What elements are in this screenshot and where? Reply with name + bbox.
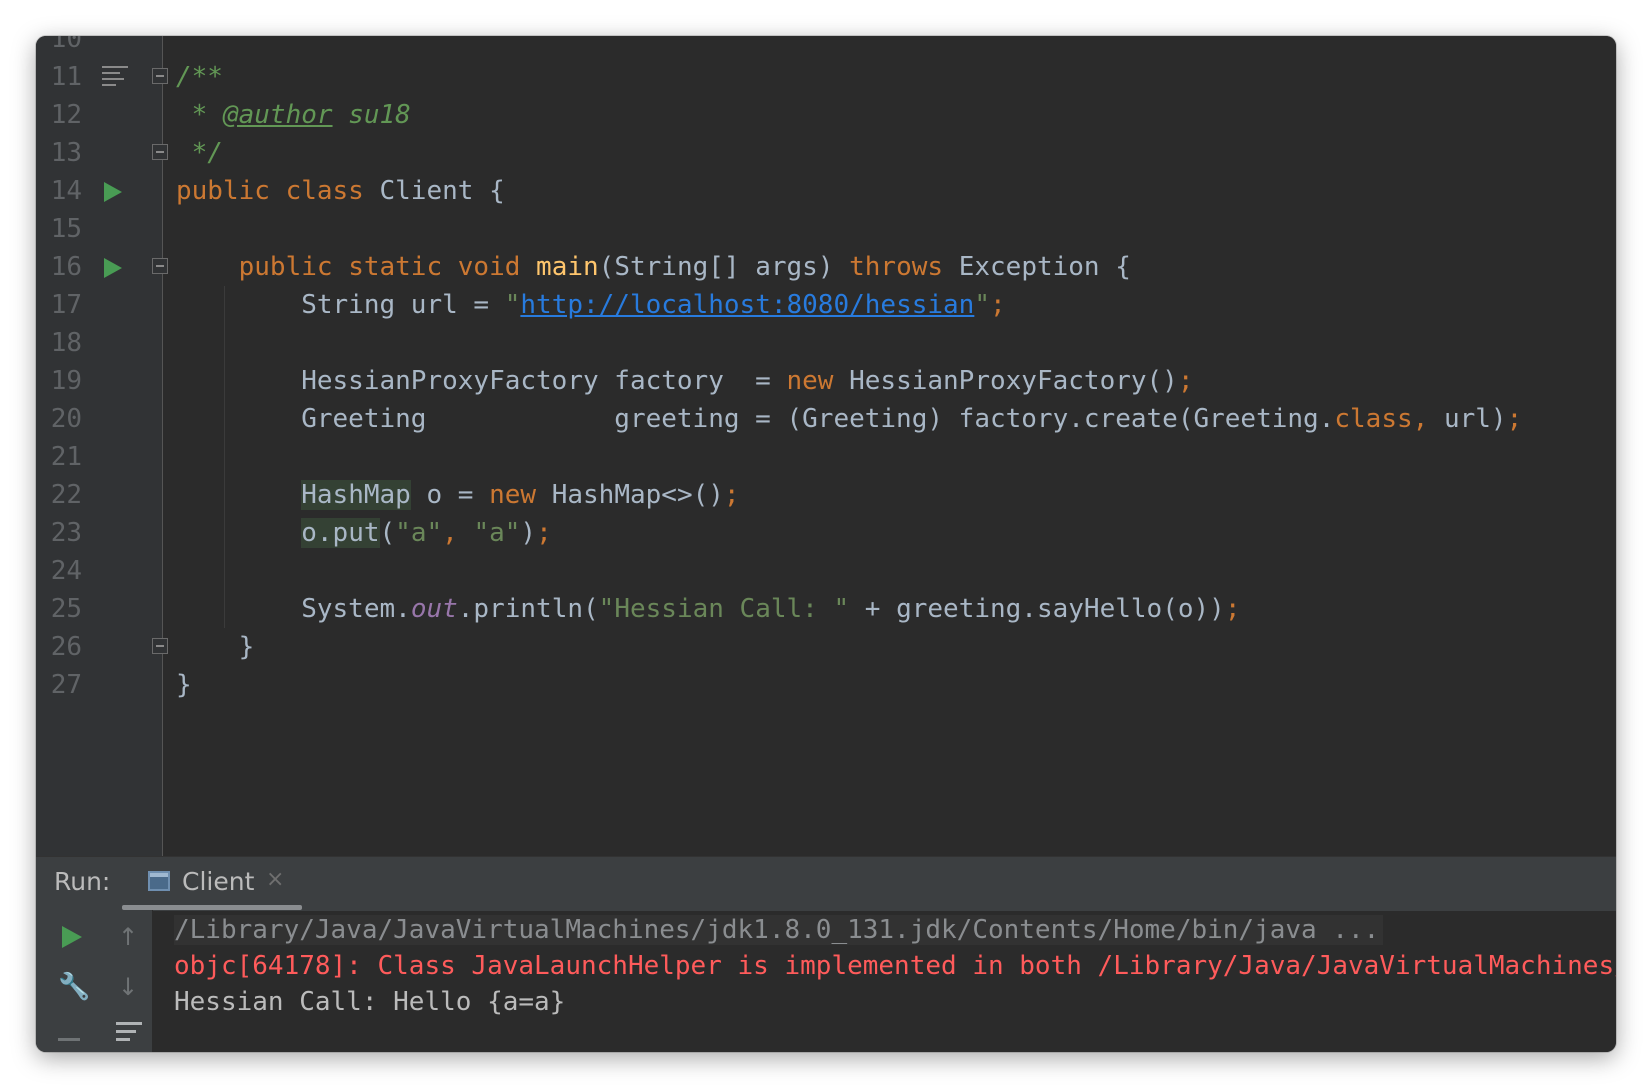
code-text: public static void main(String[] args) t…	[238, 252, 1131, 282]
code-line: 21	[36, 438, 1616, 476]
code-text: * @author su18	[176, 100, 411, 130]
code-text: public class Client {	[176, 176, 505, 206]
line-number: 11	[50, 62, 82, 92]
fold-icon[interactable]	[152, 258, 168, 274]
arrow-down-icon[interactable]: ↓	[118, 974, 138, 1000]
fold-icon[interactable]	[152, 68, 168, 84]
line-number: 10	[50, 36, 82, 54]
code-editor[interactable]: 10 11/** 12 * @author su18 13 */14 public cl…	[36, 36, 1616, 856]
run-gutter-icon[interactable]	[104, 182, 122, 202]
wrench-icon[interactable]: 🔧	[58, 972, 90, 1002]
code-text: /**	[176, 62, 223, 92]
console-line: Hessian Call: Hello {a=a}	[174, 987, 566, 1017]
code-line: 22 HashMap o = new HashMap<>();	[36, 476, 1616, 514]
run-tab-client[interactable]: Client ×	[124, 857, 304, 911]
code-text: HashMap o = new HashMap<>();	[301, 480, 740, 510]
arrow-up-icon[interactable]: ↑	[118, 924, 138, 950]
code-line: 25 System.out.println("Hessian Call: " +…	[36, 590, 1616, 628]
code-text: HessianProxyFactory factory = new Hessia…	[176, 366, 1194, 396]
console-window-icon	[148, 871, 170, 891]
code-text: System.out.println("Hessian Call: " + gr…	[176, 594, 1241, 624]
fold-icon[interactable]	[152, 638, 168, 654]
line-number: 26	[50, 632, 82, 662]
run-label: Run:	[54, 867, 111, 896]
line-number: 21	[50, 442, 82, 472]
run-gutter-icon[interactable]	[104, 258, 122, 278]
line-number: 12	[50, 100, 82, 130]
line-number: 13	[50, 138, 82, 168]
run-tab-label: Client	[182, 867, 255, 896]
line-number: 27	[50, 670, 82, 700]
code-line: 18	[36, 324, 1616, 362]
code-line: 20 Greeting greeting = (Greeting) factor…	[36, 400, 1616, 438]
ide-window: 10 11/** 12 * @author su18 13 */14 public cl…	[36, 36, 1616, 1052]
line-number: 17	[50, 290, 82, 320]
code-line: 16 public static void main(String[] args…	[36, 248, 1616, 286]
run-panel-header: Run: Client ×	[36, 856, 1616, 911]
console-output[interactable]: /Library/Java/JavaVirtualMachines/jdk1.8…	[166, 910, 1616, 1052]
soft-wrap-icon[interactable]	[116, 1022, 142, 1042]
code-line: 24	[36, 552, 1616, 590]
run-panel: Run: Client × ↑ 🔧 ↓ /Library/Java/JavaVi…	[36, 856, 1616, 1052]
line-number: 16	[50, 252, 82, 282]
code-text: }	[176, 670, 192, 700]
line-number: 24	[50, 556, 82, 586]
line-number: 25	[50, 594, 82, 624]
rerun-icon[interactable]	[62, 926, 82, 948]
line-number: 18	[50, 328, 82, 358]
code-line: 17 String url = "http://localhost:8080/h…	[36, 286, 1616, 324]
line-number: 19	[50, 366, 82, 396]
line-number: 23	[50, 518, 82, 548]
code-line: 13 */	[36, 134, 1616, 172]
line-number: 15	[50, 214, 82, 244]
code-line: 14 public class Client {	[36, 172, 1616, 210]
line-number: 20	[50, 404, 82, 434]
indent-guide	[224, 286, 225, 628]
console-line: objc[64178]: Class JavaLaunchHelper is i…	[174, 951, 1616, 981]
code-line: 27}	[36, 666, 1616, 704]
fold-icon[interactable]	[152, 144, 168, 160]
code-line: 12 * @author su18	[36, 96, 1616, 134]
toolbar-separator	[152, 910, 153, 1052]
code-text: Greeting greeting = (Greeting) factory.c…	[176, 404, 1523, 434]
code-text: */	[176, 138, 223, 168]
code-line: 10	[36, 36, 1616, 58]
stop-icon[interactable]	[58, 1038, 80, 1041]
code-text: o.put("a", "a");	[301, 518, 552, 548]
code-line: 23 o.put("a", "a");	[36, 514, 1616, 552]
close-icon[interactable]: ×	[266, 867, 284, 892]
code-line: 11 /**	[36, 58, 1616, 96]
line-number: 14	[50, 176, 82, 206]
line-number: 22	[50, 480, 82, 510]
code-line: 15	[36, 210, 1616, 248]
console-line: /Library/Java/JavaVirtualMachines/jdk1.8…	[174, 912, 1384, 948]
code-line: 26 }	[36, 628, 1616, 666]
code-text: }	[176, 632, 255, 662]
code-line: 19 HessianProxyFactory factory = new Hes…	[36, 362, 1616, 400]
run-toolbar: ↑ 🔧 ↓	[36, 910, 152, 1052]
doc-comment-icon[interactable]	[102, 66, 128, 88]
code-text: String url = "http://localhost:8080/hess…	[176, 290, 1006, 320]
